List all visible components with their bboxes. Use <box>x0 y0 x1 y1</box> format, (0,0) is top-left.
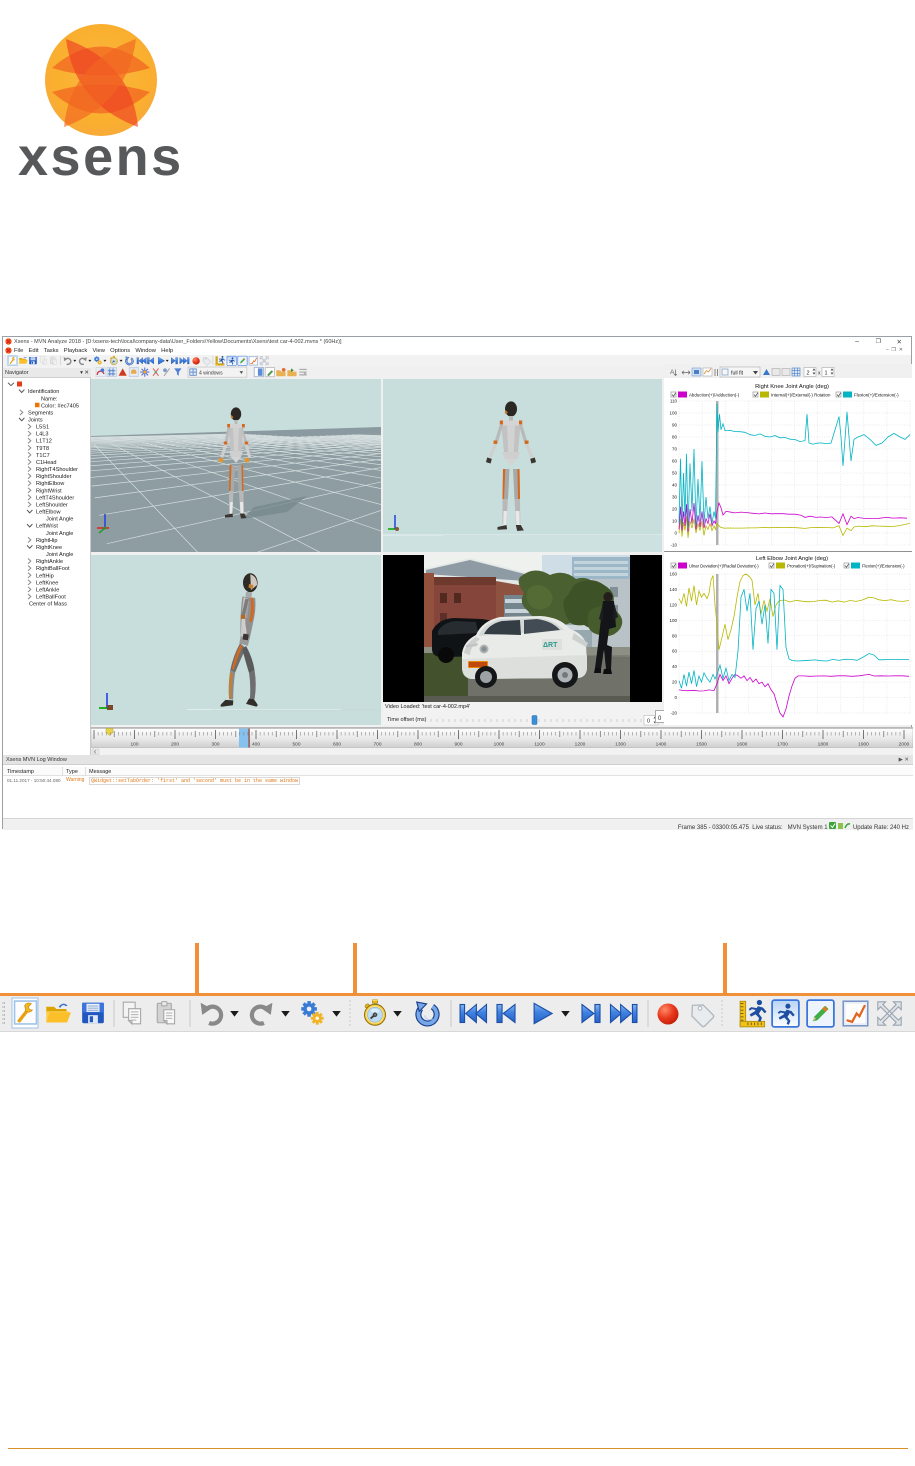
svg-text:Center of Mass: Center of Mass <box>29 602 67 608</box>
svg-text:RightWrist: RightWrist <box>36 488 62 494</box>
svg-text:RightT4Shoulder: RightT4Shoulder <box>36 467 78 473</box>
svg-text:80: 80 <box>672 435 678 440</box>
svg-text:Joint Angle: Joint Angle <box>46 552 73 558</box>
svg-text:100: 100 <box>669 618 677 623</box>
svg-text:600: 600 <box>333 742 341 748</box>
svg-text:1600: 1600 <box>737 742 748 748</box>
svg-text:70: 70 <box>672 447 678 452</box>
svg-text:4 windows: 4 windows <box>199 370 223 376</box>
svg-text:120: 120 <box>669 602 677 607</box>
svg-text:LeftT4Shoulder: LeftT4Shoulder <box>36 495 74 501</box>
svg-text:110: 110 <box>670 399 678 404</box>
svg-text:1100: 1100 <box>534 742 545 748</box>
svg-text:400: 400 <box>252 742 260 748</box>
svg-text:Joints: Joints <box>28 418 43 424</box>
svg-text:Pronation(+)/Supination(-): Pronation(+)/Supination(-) <box>787 564 836 569</box>
svg-text:Right Knee Joint Angle (deg): Right Knee Joint Angle (deg) <box>755 384 829 390</box>
svg-text:2000: 2000 <box>899 742 910 748</box>
svg-text:ΔRT: ΔRT <box>543 642 558 649</box>
svg-text:140: 140 <box>669 587 677 592</box>
svg-text:1700: 1700 <box>777 742 788 748</box>
svg-text:Flexion(+)/Extension(-): Flexion(+)/Extension(-) <box>862 564 905 569</box>
svg-text:A: A <box>670 369 675 376</box>
svg-text:RightAnkle: RightAnkle <box>36 559 63 565</box>
svg-text:LeftElbow: LeftElbow <box>36 510 62 516</box>
svg-text:0: 0 <box>647 719 650 725</box>
svg-text:C1Head: C1Head <box>36 460 57 466</box>
svg-text:T9T8: T9T8 <box>36 446 49 452</box>
svg-text:50: 50 <box>672 471 678 476</box>
svg-text:1800: 1800 <box>818 742 829 748</box>
svg-text:L1T12: L1T12 <box>36 439 52 445</box>
svg-text:1300: 1300 <box>615 742 626 748</box>
svg-text:RightShoulder: RightShoulder <box>36 474 72 480</box>
svg-text:Abduction(+)/Adduction(-): Abduction(+)/Adduction(-) <box>689 393 740 398</box>
svg-text:40: 40 <box>672 483 678 488</box>
svg-text:80: 80 <box>672 633 678 638</box>
svg-text:100: 100 <box>669 411 677 416</box>
svg-text:2: 2 <box>807 371 810 377</box>
svg-text:1400: 1400 <box>656 742 667 748</box>
svg-text:100: 100 <box>130 742 138 748</box>
svg-text:LeftAnkle: LeftAnkle <box>36 587 59 593</box>
svg-text:Left Elbow Joint Angle (deg): Left Elbow Joint Angle (deg) <box>756 556 828 562</box>
svg-text:RightBallFoot: RightBallFoot <box>36 566 70 572</box>
svg-text:L5S1: L5S1 <box>36 425 49 431</box>
svg-text:700: 700 <box>373 742 381 748</box>
svg-text:Segments: Segments <box>28 410 53 416</box>
svg-text:LeftKnee: LeftKnee <box>36 580 58 586</box>
svg-text:90: 90 <box>672 423 678 428</box>
svg-text:RightHip: RightHip <box>36 538 57 544</box>
svg-text:800: 800 <box>414 742 422 748</box>
svg-text:40: 40 <box>672 664 678 669</box>
svg-text:RightKnee: RightKnee <box>36 545 62 551</box>
svg-text:RightElbow: RightElbow <box>36 481 65 487</box>
svg-text:0: 0 <box>658 716 662 722</box>
svg-text:Ulnar Deviation(+)/Radial Devi: Ulnar Deviation(+)/Radial Deviation(-) <box>689 564 759 569</box>
svg-text:60: 60 <box>672 459 678 464</box>
svg-text:1900: 1900 <box>858 742 869 748</box>
svg-text:300: 300 <box>211 742 219 748</box>
svg-text:Flexion(+)/Extension(-): Flexion(+)/Extension(-) <box>854 393 899 398</box>
svg-text:Name:: Name: <box>41 396 58 402</box>
svg-text:1000: 1000 <box>494 742 505 748</box>
svg-text:full fit: full fit <box>731 371 744 377</box>
svg-text:20: 20 <box>672 680 678 685</box>
svg-text:LeftBallFoot: LeftBallFoot <box>36 595 66 601</box>
svg-text:-20: -20 <box>670 711 677 716</box>
svg-text:60: 60 <box>672 649 678 654</box>
svg-text:Color: #ec7405: Color: #ec7405 <box>41 403 79 409</box>
svg-text:Joint Angle: Joint Angle <box>46 531 73 537</box>
svg-text:160: 160 <box>669 572 677 577</box>
svg-text:LeftHip: LeftHip <box>36 573 54 579</box>
svg-text:1: 1 <box>825 371 828 377</box>
svg-text:1500: 1500 <box>696 742 707 748</box>
svg-text:T1C7: T1C7 <box>36 453 50 459</box>
svg-text:1200: 1200 <box>575 742 586 748</box>
svg-text:Time offset (ms): Time offset (ms) <box>387 717 427 723</box>
svg-text:-10: -10 <box>670 543 677 548</box>
svg-text:20: 20 <box>672 507 678 512</box>
svg-text:LeftWrist: LeftWrist <box>36 524 58 530</box>
svg-text:Identification: Identification <box>28 389 59 395</box>
svg-text:500: 500 <box>292 742 300 748</box>
svg-text:30: 30 <box>672 495 678 500</box>
svg-text:900: 900 <box>454 742 462 748</box>
svg-text:LeftShoulder: LeftShoulder <box>36 502 68 508</box>
svg-text:Joint Angle: Joint Angle <box>46 517 73 523</box>
svg-text:200: 200 <box>171 742 179 748</box>
svg-text:10: 10 <box>672 519 678 524</box>
svg-text:Internal(+)/External(-) Rotati: Internal(+)/External(-) Rotation <box>771 393 831 398</box>
svg-text:L4L3: L4L3 <box>36 432 48 438</box>
